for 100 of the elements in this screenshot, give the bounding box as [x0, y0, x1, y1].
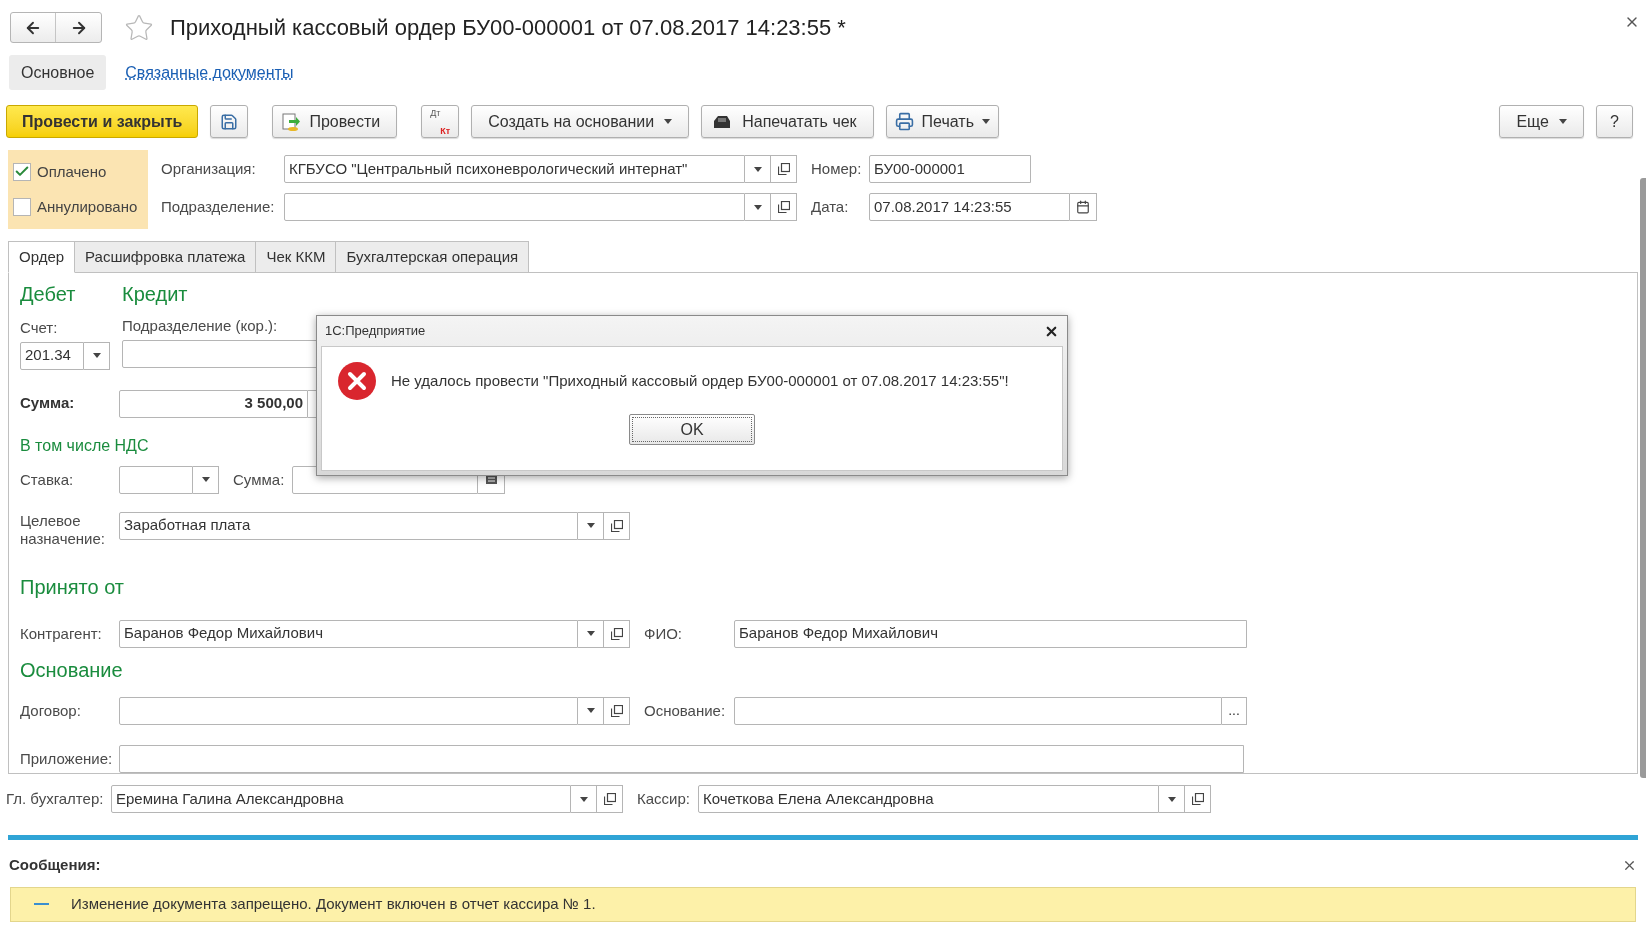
- caret-icon: [1167, 796, 1176, 802]
- open-icon: [777, 163, 790, 175]
- dt-kt-button[interactable]: Дт Кт: [421, 105, 460, 138]
- text-field[interactable]: [119, 465, 193, 494]
- open-button[interactable]: [771, 193, 797, 221]
- tab[interactable]: Чек ККМ: [255, 241, 337, 273]
- dropdown-button[interactable]: [578, 511, 604, 540]
- section-heading: Кредит: [122, 282, 189, 307]
- caret-icon: [664, 119, 673, 124]
- open-icon: [610, 627, 623, 640]
- caret-icon: [982, 119, 991, 124]
- open-button[interactable]: [604, 511, 630, 540]
- text-field[interactable]: [119, 696, 578, 725]
- caret-icon: [586, 708, 595, 713]
- field-label: Целевое назначение:: [20, 511, 106, 548]
- dropdown-button[interactable]: [84, 341, 110, 370]
- dropdown-button[interactable]: [578, 696, 604, 725]
- ok-button[interactable]: OK: [629, 414, 755, 445]
- caret-icon: [201, 477, 210, 482]
- tab[interactable]: Бухгалтерская операция: [335, 241, 530, 273]
- caret-icon: [753, 166, 762, 172]
- save-icon: [220, 112, 239, 131]
- dash-icon: [34, 903, 49, 905]
- tab[interactable]: Ордер: [8, 241, 76, 273]
- caret-icon: [753, 204, 762, 210]
- document-arrow-icon: [281, 111, 302, 132]
- text-field[interactable]: 3 500,00: [119, 389, 308, 418]
- menu-button[interactable]: Создать на основании: [471, 105, 690, 138]
- caret-icon: [586, 523, 595, 528]
- dialog-title: 1С:Предприятие: [325, 322, 426, 341]
- text-field[interactable]: [284, 193, 745, 221]
- post-button[interactable]: Провести: [272, 105, 398, 138]
- tab[interactable]: Расшифровка платежа: [74, 241, 257, 273]
- open-icon: [610, 519, 623, 532]
- field-label: Договор:: [20, 701, 81, 719]
- caret-icon: [586, 631, 595, 636]
- post-and-close-button[interactable]: Провести и закрыть: [6, 105, 199, 138]
- receipt-printer-icon: [712, 113, 733, 130]
- dropdown-button[interactable]: [1159, 785, 1185, 813]
- field-label: Кассир:: [637, 790, 690, 807]
- open-button[interactable]: [597, 785, 623, 813]
- field-label: Подразделение:: [161, 198, 275, 215]
- section-heading: Основание: [20, 658, 123, 681]
- star-icon: [124, 12, 154, 43]
- open-icon: [1191, 793, 1204, 805]
- field-label: Приложение:: [20, 749, 113, 767]
- field-label: Номер:: [811, 160, 862, 177]
- text-field[interactable]: Заработная плата: [119, 511, 578, 540]
- text-field[interactable]: [734, 696, 1222, 725]
- caret-icon: [579, 796, 588, 802]
- window-title: Приходный кассовый ордер БУ00-000001 от 07.08.2017 14:23:55 *: [170, 14, 846, 42]
- print-button[interactable]: Печать: [885, 105, 1000, 138]
- open-icon: [777, 201, 790, 213]
- checkbox-label: Оплачено: [37, 161, 107, 182]
- section-heading: Дебет: [20, 282, 77, 307]
- calendar-icon: [1076, 200, 1090, 214]
- field-label: Гл. бухгалтер:: [6, 790, 104, 807]
- open-button[interactable]: [604, 696, 630, 725]
- text-field[interactable]: Кочеткова Елена Александровна: [698, 785, 1159, 813]
- menu-button[interactable]: Еще: [1499, 105, 1584, 138]
- text-field[interactable]: БУ00-000001: [869, 155, 1031, 183]
- text-field[interactable]: [119, 744, 1244, 773]
- field-label: Организация:: [161, 160, 256, 177]
- text-field[interactable]: КГБУСО "Центральный психоневрологический интернат": [284, 155, 745, 183]
- text-field[interactable]: Баранов Федор Михайлович: [119, 619, 578, 648]
- error-icon: [338, 362, 376, 400]
- field-label: Дата:: [811, 198, 849, 215]
- field-label: Сумма:: [20, 393, 76, 414]
- text-field[interactable]: 201.34: [20, 341, 84, 370]
- field-label: Контрагент:: [20, 624, 102, 642]
- open-button[interactable]: [1185, 785, 1211, 813]
- dialog-message: Не удалось провести "Приходный кассовый ордер БУ00-000001 от 07.08.2017 14:23:55"!: [391, 370, 1009, 391]
- section-tab[interactable]: Связанные документы: [113, 55, 306, 90]
- section-heading: Принято от: [20, 575, 124, 598]
- text-field[interactable]: Баранов Федор Михайлович: [734, 619, 1247, 648]
- text-field[interactable]: Еремина Галина Александровна: [111, 785, 571, 813]
- dropdown-button[interactable]: [193, 465, 219, 494]
- dropdown-button[interactable]: [745, 155, 771, 183]
- text-field[interactable]: 07.08.2017 14:23:55: [869, 193, 1070, 221]
- checkbox[interactable]: [13, 198, 31, 217]
- dropdown-button[interactable]: [578, 619, 604, 648]
- print-receipt-button[interactable]: Напечатать чек: [701, 105, 874, 138]
- caret-icon: [1559, 119, 1567, 124]
- printer-icon: [894, 112, 914, 131]
- dropdown-button[interactable]: [571, 785, 597, 813]
- dropdown-button[interactable]: [745, 193, 771, 221]
- caret-icon: [92, 353, 101, 358]
- section-tab[interactable]: Основное: [9, 55, 107, 90]
- save-button[interactable]: [210, 105, 249, 138]
- open-button[interactable]: [771, 155, 797, 183]
- field-label: Сумма:: [233, 470, 285, 488]
- open-button[interactable]: [604, 619, 630, 648]
- field-label: Ставка:: [20, 470, 74, 488]
- select-button[interactable]: ...: [1222, 696, 1247, 725]
- checkbox[interactable]: [13, 162, 31, 181]
- help-button[interactable]: ?: [1596, 105, 1633, 138]
- messages-title: Сообщения:: [9, 855, 101, 875]
- message-text: Изменение документа запрещено. Документ включен в отчет кассира № 1.: [71, 893, 596, 914]
- field-label: ФИО:: [644, 624, 683, 642]
- calendar-button[interactable]: [1070, 193, 1097, 221]
